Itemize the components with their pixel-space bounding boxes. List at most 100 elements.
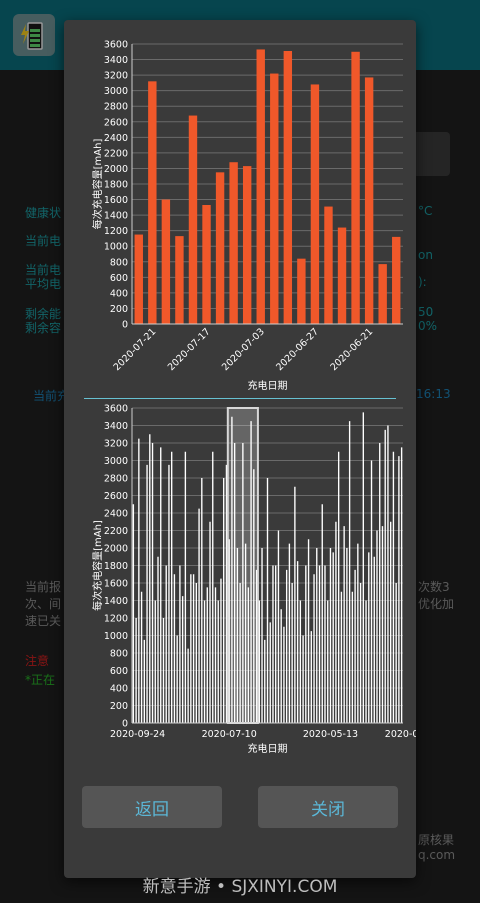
y-tick-label: 600: [110, 666, 128, 677]
bar: [368, 552, 370, 723]
selection-window: [226, 407, 259, 724]
bar: [337, 227, 347, 324]
bar: [190, 574, 192, 723]
bar: [275, 565, 277, 723]
bar: [151, 443, 154, 723]
bar: [256, 49, 265, 324]
bar: [132, 504, 135, 723]
x-tick-label: 2020-07-10: [202, 729, 257, 740]
bar: [162, 618, 165, 723]
y-tick-label: 1400: [104, 211, 128, 222]
bar: [370, 460, 373, 723]
bar: [288, 543, 291, 723]
bar: [307, 539, 310, 723]
bar: [192, 574, 195, 723]
y-tick-label: 3600: [104, 40, 128, 51]
bar: [280, 609, 282, 723]
bar: [327, 600, 329, 723]
x-tick-label: 2020-05-13: [303, 729, 358, 740]
charge-history-dialog: 0 200 400 600 800 1000 1200 1400 1600 1800 2000 220…: [64, 20, 416, 878]
bar: [329, 548, 332, 723]
bar: [266, 478, 269, 723]
bar: [206, 587, 208, 723]
y-tick-label: 1000: [104, 631, 128, 642]
bar: [270, 73, 279, 324]
bar: [359, 583, 362, 723]
bar: [134, 234, 143, 324]
bar: [184, 451, 187, 723]
y-tick-label: 2600: [104, 491, 128, 502]
y-tick-label: 3000: [104, 456, 128, 467]
bar: [201, 478, 203, 723]
bar: [209, 521, 211, 723]
x-tick-label: 2020-0: [385, 729, 416, 740]
bar: [348, 421, 351, 723]
bar: [148, 81, 157, 324]
bar: [272, 565, 274, 723]
bar: [143, 639, 146, 723]
y-tick-label: 1000: [104, 242, 128, 253]
bar: [337, 451, 340, 723]
bar: [229, 162, 238, 324]
watermark: 新意手游 • SJXINYI.COM: [142, 877, 338, 897]
bar: [173, 574, 176, 723]
bar: [203, 600, 206, 723]
y-tick-label: 3400: [104, 55, 128, 66]
y-axis-label: 每次充电容量[mAh]: [91, 139, 104, 230]
y-tick-label: 400: [110, 288, 128, 299]
bar: [364, 77, 374, 324]
bar: [400, 447, 403, 723]
y-tick-label: 2200: [104, 526, 128, 537]
bar: [387, 425, 389, 723]
chart-divider: [84, 398, 396, 399]
bar: [160, 447, 162, 723]
bar: [215, 172, 225, 324]
y-tick-label: 1200: [104, 226, 128, 237]
x-tick-label: 2020-07-03: [220, 326, 267, 373]
bar: [357, 543, 359, 723]
bar: [381, 526, 384, 723]
bar: [335, 521, 337, 723]
x-tick-label: 2020-07-21: [112, 326, 159, 373]
y-tick-label: 2000: [104, 164, 128, 175]
bar: [351, 51, 360, 325]
y-tick-label: 400: [110, 684, 128, 695]
bar: [389, 521, 392, 723]
bar: [220, 578, 222, 723]
charge-capacity-chart-overview[interactable]: 0 200 400 600 800 1000 1200 1400 1600 1800 2000 220…: [64, 402, 416, 757]
y-tick-label: 3200: [104, 439, 128, 450]
y-tick-label: 1600: [104, 195, 128, 206]
y-tick-label: 1200: [104, 614, 128, 625]
bar: [168, 464, 170, 723]
bar: [310, 631, 312, 723]
bar: [179, 565, 181, 723]
bar: [321, 504, 323, 723]
y-tick-label: 1400: [104, 596, 128, 607]
x-axis-label: 充电日期: [248, 742, 288, 755]
bar: [354, 569, 356, 723]
bar: [332, 552, 334, 723]
bar: [378, 264, 387, 324]
bar: [302, 635, 304, 723]
bar: [161, 199, 171, 324]
bar: [324, 565, 326, 723]
bar: [384, 429, 386, 723]
bar: [310, 84, 320, 324]
bar: [157, 556, 159, 723]
bar: [188, 115, 198, 324]
bar: [294, 486, 296, 723]
bar: [373, 556, 375, 723]
y-tick-label: 600: [110, 273, 128, 284]
y-tick-label: 1800: [104, 180, 128, 191]
bar: [365, 600, 367, 723]
close-button[interactable]: 关闭: [258, 786, 398, 828]
bar: [379, 443, 381, 723]
y-axis-label: 每次充电容量[mAh]: [91, 520, 104, 611]
bar: [343, 526, 345, 723]
bar: [318, 565, 321, 723]
y-tick-label: 2800: [104, 102, 128, 113]
y-tick-label: 2800: [104, 474, 128, 485]
bar: [212, 451, 214, 723]
back-button[interactable]: 返回: [82, 786, 222, 828]
y-tick-label: 200: [110, 701, 128, 712]
